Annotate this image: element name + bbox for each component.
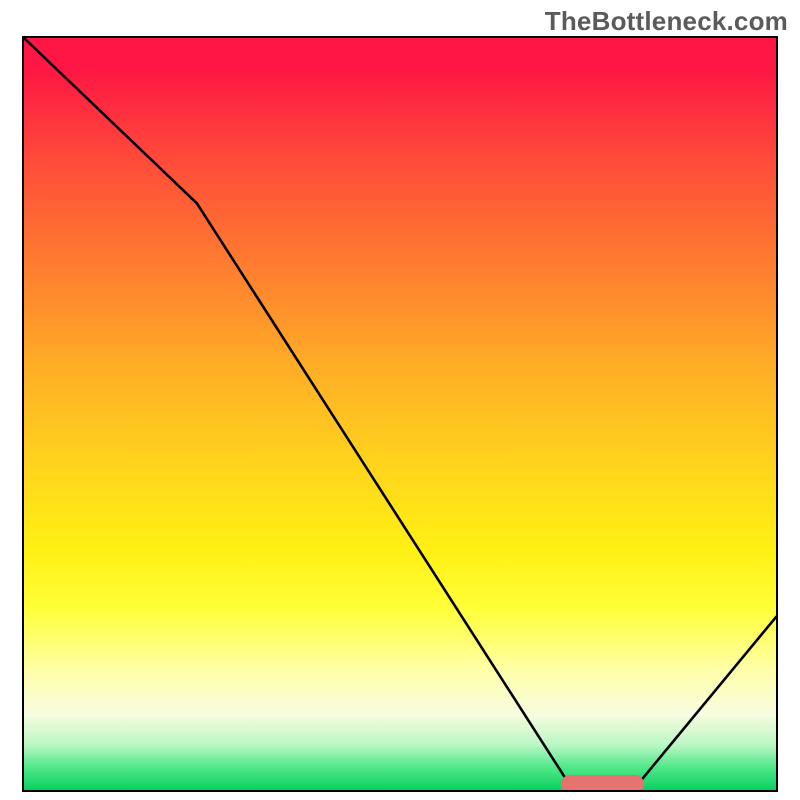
watermark-text: TheBottleneck.com bbox=[545, 6, 788, 37]
chart-plot-area bbox=[22, 36, 778, 792]
optimal-range-marker bbox=[561, 775, 644, 792]
bottleneck-curve bbox=[24, 38, 776, 790]
